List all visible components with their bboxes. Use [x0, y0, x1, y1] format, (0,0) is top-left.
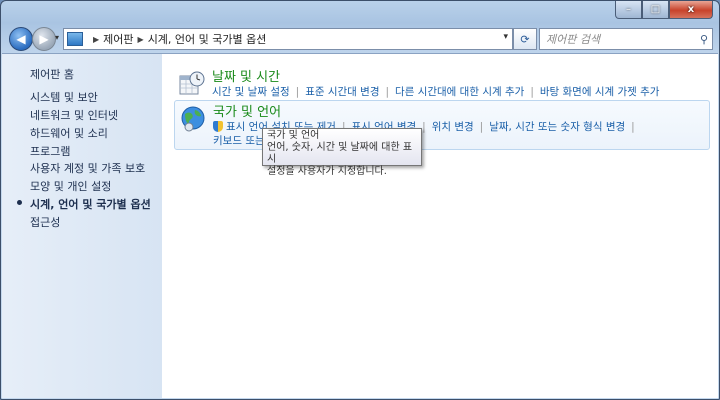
- search-input[interactable]: 제어판 검색: [546, 31, 696, 47]
- control-panel-icon: [67, 32, 83, 46]
- link-add-clocks[interactable]: 다른 시간대에 대한 시계 추가: [395, 84, 524, 99]
- minimize-button[interactable]: –: [615, 1, 642, 19]
- sidebar-item-network-internet[interactable]: 네트워크 및 인터넷: [30, 107, 118, 123]
- breadcrumb-control-panel[interactable]: 제어판: [103, 31, 133, 47]
- sidebar-item-programs[interactable]: 프로그램: [30, 143, 70, 159]
- sidebar-item-accessibility[interactable]: 접근성: [30, 214, 60, 230]
- back-button[interactable]: ◀: [9, 27, 33, 51]
- title-bar: – □ x: [1, 1, 719, 23]
- link-change-time-zone[interactable]: 표준 시간대 변경: [305, 84, 379, 99]
- forward-arrow-icon: ▶: [39, 32, 49, 46]
- link-change-date-time-number-format[interactable]: 날짜, 시간 또는 숫자 형식 변경: [489, 119, 625, 134]
- tooltip: 국가 및 언어 언어, 숫자, 시간 및 날짜에 대한 표시 설정을 사용자가 …: [262, 128, 422, 177]
- forward-button[interactable]: ▶: [32, 27, 56, 51]
- content-area: 제어판 홈 시스템 및 보안 네트워크 및 인터넷 하드웨어 및 소리 프로그램…: [2, 53, 718, 398]
- breadcrumb-separator-icon[interactable]: ▶: [93, 35, 99, 44]
- tooltip-line2: 설정을 사용자가 지정합니다.: [267, 166, 387, 177]
- breadcrumb-clock-language-region[interactable]: 시계, 언어 및 국가별 옵션: [148, 31, 267, 47]
- link-set-time-date[interactable]: 시간 및 날짜 설정: [212, 84, 290, 99]
- caption-buttons: – □ x: [615, 1, 713, 19]
- globe-icon[interactable]: [179, 105, 207, 133]
- uac-shield-icon: [213, 121, 223, 132]
- link-separator: |: [479, 120, 484, 133]
- navigation-bar: ◀ ▶ ▾ ▶ 제어판 ▶ 시계, 언어 및 국가별 옵션 ▾ ⟳ 제어판 검색…: [1, 23, 719, 51]
- recent-pages-dropdown[interactable]: ▾: [55, 33, 59, 42]
- sidebar: 제어판 홈 시스템 및 보안 네트워크 및 인터넷 하드웨어 및 소리 프로그램…: [2, 54, 162, 398]
- address-dropdown-icon[interactable]: ▾: [503, 32, 508, 42]
- close-button[interactable]: x: [669, 1, 713, 19]
- search-box[interactable]: 제어판 검색 ⚲: [539, 28, 713, 50]
- control-panel-window: – □ x ◀ ▶ ▾ ▶ 제어판 ▶ 시계, 언어 및 국가별 옵션 ▾ ⟳ …: [0, 0, 720, 400]
- back-arrow-icon: ◀: [16, 32, 26, 46]
- sidebar-item-clock-language-region: 시계, 언어 및 국가별 옵션: [30, 198, 151, 211]
- date-time-links: 시간 및 날짜 설정 | 표준 시간대 변경 | 다른 시간대에 대한 시계 추…: [212, 84, 659, 99]
- category-title-date-time[interactable]: 날짜 및 시간: [212, 66, 280, 85]
- tooltip-line1: 언어, 숫자, 시간 및 날짜에 대한 표시: [267, 142, 413, 165]
- category-title-region-language[interactable]: 국가 및 언어: [213, 101, 281, 120]
- link-separator: |: [385, 85, 390, 98]
- link-change-location[interactable]: 위치 변경: [432, 119, 474, 134]
- close-icon: x: [687, 4, 695, 15]
- link-separator: |: [422, 120, 426, 133]
- calendar-clock-icon[interactable]: [178, 70, 206, 98]
- link-separator: |: [295, 85, 300, 98]
- sidebar-item-user-accounts[interactable]: 사용자 계정 및 가족 보호: [30, 160, 145, 176]
- current-page-bullet-icon: [17, 200, 22, 205]
- maximize-icon: □: [650, 4, 661, 15]
- category-region-language: 국가 및 언어 표시 언어 설치 또는 제거 | 표시 언어 변경 | 위치 변…: [174, 100, 710, 150]
- sidebar-item-system-security[interactable]: 시스템 및 보안: [30, 89, 98, 105]
- refresh-icon: ⟳: [520, 32, 530, 46]
- link-separator: |: [530, 85, 534, 98]
- breadcrumb-separator-icon[interactable]: ▶: [138, 35, 144, 44]
- maximize-button[interactable]: □: [642, 1, 669, 19]
- tooltip-title: 국가 및 언어: [267, 130, 320, 141]
- sidebar-item-appearance[interactable]: 모양 및 개인 설정: [30, 178, 111, 194]
- link-add-clock-gadget[interactable]: 바탕 화면에 시계 가젯 추가: [540, 84, 660, 99]
- link-separator: |: [631, 120, 635, 133]
- search-icon[interactable]: ⚲: [696, 33, 712, 46]
- main-panel: 날짜 및 시간 시간 및 날짜 설정 | 표준 시간대 변경 | 다른 시간대에…: [162, 54, 718, 398]
- address-bar[interactable]: ▶ 제어판 ▶ 시계, 언어 및 국가별 옵션 ▾: [63, 28, 513, 50]
- minimize-icon: –: [626, 4, 631, 15]
- breadcrumb: ▶ 제어판 ▶ 시계, 언어 및 국가별 옵션: [89, 31, 266, 47]
- refresh-button[interactable]: ⟳: [513, 28, 537, 50]
- link-change-keyboards[interactable]: 키보드 또는: [213, 133, 265, 148]
- sidebar-item-control-panel-home[interactable]: 제어판 홈: [30, 66, 74, 82]
- sidebar-item-hardware-sound[interactable]: 하드웨어 및 소리: [30, 125, 108, 141]
